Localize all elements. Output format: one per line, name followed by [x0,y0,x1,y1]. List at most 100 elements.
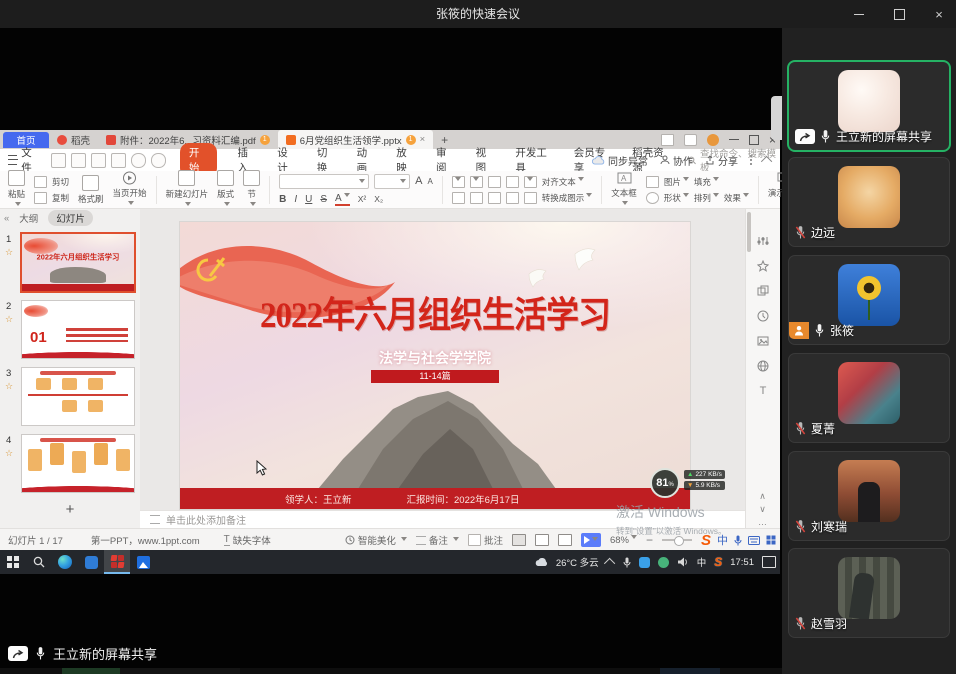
paste-button[interactable]: 粘贴 [8,170,25,209]
align-center-icon[interactable] [470,192,483,204]
notes-toggle-button[interactable]: 备注 [416,533,459,547]
participant-tile[interactable]: 边远 [789,158,949,246]
text-tool-icon[interactable]: T [760,385,767,397]
wps-restore-button[interactable] [749,135,759,145]
play-from-current-button[interactable]: 当页开始 [113,171,147,208]
taskbar-weather[interactable]: 26°C 多云 [556,555,599,569]
picture-button[interactable]: 图片 [664,176,689,188]
print-icon[interactable] [91,153,106,168]
taskbar-edge-app[interactable] [52,550,78,574]
start-button[interactable] [0,550,26,574]
zoom-slider-knob[interactable] [674,536,684,546]
subscript-button[interactable]: X₂ [374,194,383,204]
superscript-button[interactable]: X² [358,194,367,204]
notes-bar[interactable]: 单击此处添加备注 [140,510,745,528]
sync-status[interactable]: 同步异常 [592,153,648,168]
ime-mic-icon[interactable] [734,535,742,546]
slide-thumbnail-row[interactable]: 2 ☆ 01 [0,301,140,358]
sogou-logo[interactable]: S [701,532,711,549]
action-center-icon[interactable] [762,556,776,568]
align-left-icon[interactable] [452,192,465,204]
line-spacing-icon[interactable] [524,176,537,188]
underline-button[interactable]: U [305,194,312,205]
slide-sorter-view-button[interactable] [535,534,549,546]
participant-tile[interactable]: 赵雪羽 [789,549,949,637]
web-resource-icon[interactable] [757,360,769,372]
format-painter-button[interactable]: 格式刷 [78,175,104,205]
taskbar-app-blue[interactable] [78,550,104,574]
slide-nav-controls[interactable]: ∧∨… [745,490,780,529]
strikethrough-button[interactable]: S [320,194,327,205]
timer-icon[interactable] [757,310,769,322]
add-slide-button[interactable]: + [0,501,140,518]
participant-tile[interactable]: 刘寒瑞 [789,452,949,540]
font-family-select[interactable] [279,174,369,189]
section-button[interactable]: 节 [243,170,260,209]
decrease-font-button[interactable]: A [427,177,432,186]
collaborate-button[interactable]: 协作 [660,153,693,168]
ime-mode-chinese[interactable]: 中 [717,532,728,548]
shape-button[interactable]: 形状 [664,192,689,204]
minimize-button[interactable] [850,5,868,23]
slide-thumbnail-4[interactable] [22,435,134,492]
italic-button[interactable]: I [294,194,297,205]
maximize-button[interactable] [890,5,908,23]
account-avatar[interactable] [707,134,719,146]
slideshow-play-button[interactable] [581,533,601,547]
right-panel-scrollbar[interactable] [747,212,751,252]
apps-grid-icon[interactable] [684,134,697,146]
reading-view-button[interactable] [558,534,572,546]
columns-icon[interactable] [524,192,537,204]
tray-speaker-icon[interactable] [677,557,689,567]
object-properties-icon[interactable] [757,235,769,247]
effect-button[interactable]: 效果 [724,192,749,204]
font-size-select[interactable] [374,174,410,189]
convert-to-diagram-button[interactable]: 转换成图示 [542,192,593,204]
indent-increase-icon[interactable] [506,176,519,188]
smart-beautify-button[interactable]: 智能美化 [345,533,407,547]
sidebar-collapse-handle[interactable] [771,96,782,140]
network-monitor-overlay[interactable]: 81% ▲227 KB/s ▼5.9 KB/s [650,468,725,498]
taskbar-clock[interactable]: 17:51 [730,557,754,568]
taskbar-wps-app-active[interactable] [104,550,130,574]
taskbar-search-button[interactable] [26,550,52,574]
zoom-out-button[interactable]: − [646,533,653,547]
slide-thumbnail-1[interactable]: 2022年六月组织生活学习 [22,234,134,291]
new-file-icon[interactable] [51,153,66,168]
slide-thumbnail-2[interactable]: 01 [22,301,134,358]
numbering-icon[interactable] [470,176,483,188]
preview-icon[interactable] [111,153,126,168]
slide-thumbnail-3[interactable] [22,368,134,425]
align-right-icon[interactable] [488,192,501,204]
justify-icon[interactable] [506,192,519,204]
tray-mic-icon[interactable] [623,557,631,568]
participant-tile[interactable]: 夏菁 [789,354,949,442]
copy-button[interactable]: 复制 [34,192,69,204]
tray-security-icon[interactable] [658,557,669,568]
ime-keyboard-icon[interactable] [748,536,760,545]
more-menu-icon[interactable] [750,155,752,165]
tray-expand-icon[interactable] [604,558,615,569]
undo-icon[interactable] [131,153,146,168]
image-library-icon[interactable] [757,335,769,347]
slide-thumbnail-row[interactable]: 1 ☆ 2022年六月组织生活学习 [0,234,140,291]
cut-button[interactable]: 剪切 [34,176,69,188]
wps-minimize-button[interactable] [729,139,739,140]
zoom-level[interactable]: 68% [610,535,637,546]
slides-tab[interactable]: 幻灯片 [48,210,93,226]
taskbar-photos-app[interactable] [130,550,156,574]
zoom-slider[interactable] [662,539,692,541]
beautify-star-icon[interactable] [757,260,769,272]
collapse-ribbon-icon[interactable] [761,156,772,167]
bold-button[interactable]: B [279,194,286,205]
normal-view-button[interactable] [512,534,526,546]
participant-tile[interactable]: 张筱 [789,256,949,344]
panel-collapse-button[interactable]: « [4,213,9,224]
arrange-button[interactable]: 排列 [694,192,719,204]
missing-font-warning[interactable]: T 缺失字体 [224,533,271,547]
font-color-button[interactable]: A [335,193,350,206]
wps-tab-daoke[interactable]: 稻壳 [49,130,98,149]
tray-ime-indicator[interactable]: 中 [697,555,707,569]
slide-thumbnail-row[interactable]: 3 ☆ [0,368,140,425]
textbox-button[interactable]: A 文本框 [611,171,637,208]
